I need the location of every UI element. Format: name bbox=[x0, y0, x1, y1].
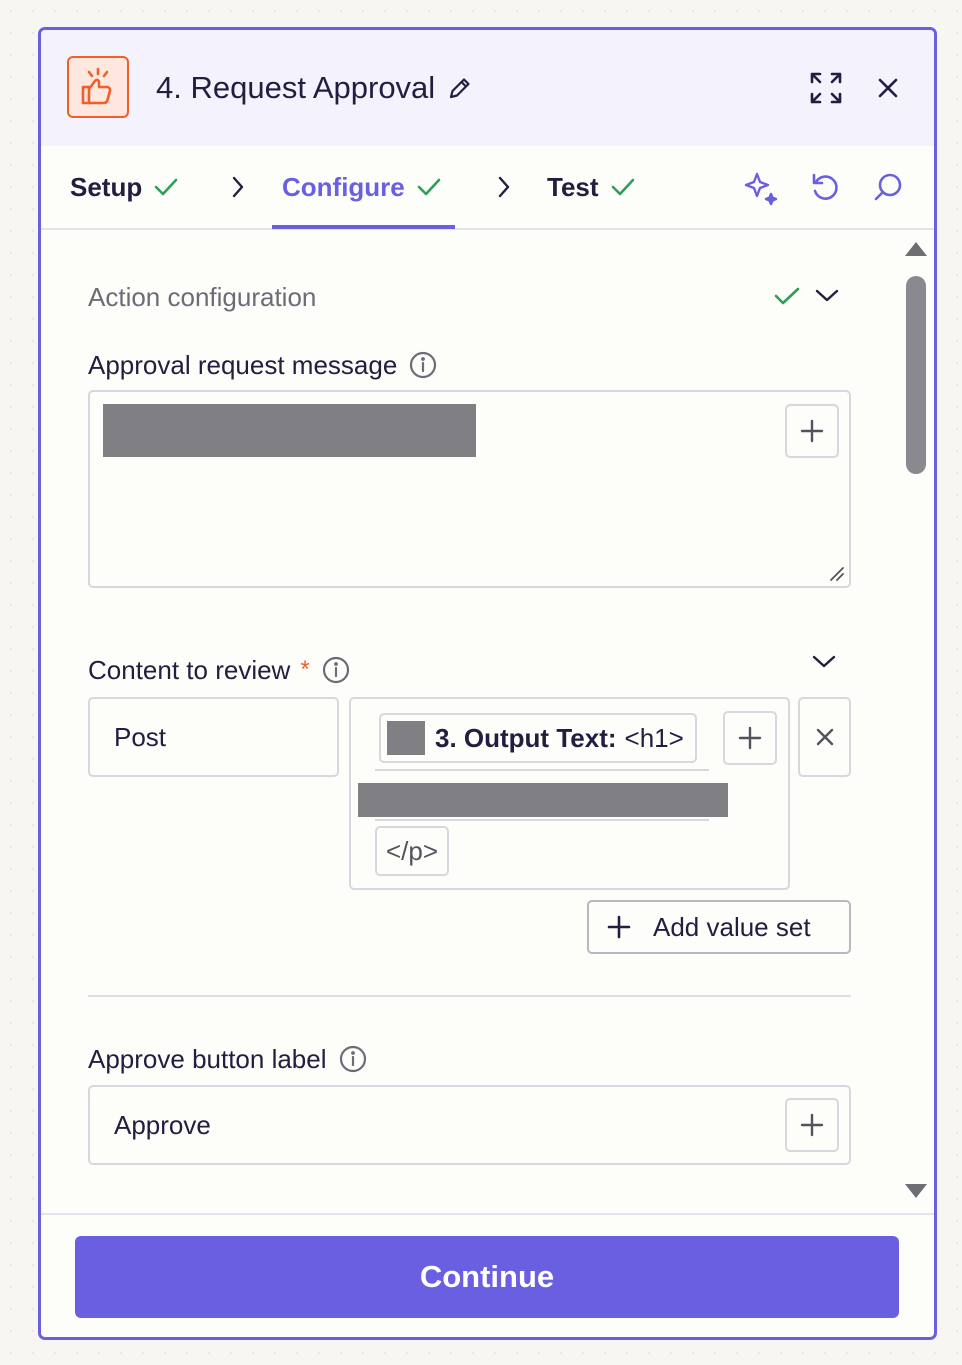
pill-tag: <h1> bbox=[624, 722, 684, 753]
plus-icon bbox=[738, 726, 762, 750]
pencil-icon[interactable] bbox=[447, 75, 473, 101]
section-status[interactable] bbox=[774, 286, 840, 306]
redacted-underline bbox=[375, 819, 709, 821]
chevron-down-icon[interactable] bbox=[814, 288, 840, 304]
search-icon[interactable] bbox=[870, 170, 906, 206]
approve-button-label-text: Approve button label bbox=[88, 1043, 327, 1074]
chevron-right-icon bbox=[493, 172, 515, 202]
pill-step-label: 3. Output Text: bbox=[435, 722, 617, 753]
add-value-set-label: Add value set bbox=[653, 911, 811, 942]
check-icon bbox=[611, 177, 635, 197]
refresh-icon[interactable] bbox=[807, 170, 843, 206]
content-key-input[interactable]: Post bbox=[88, 697, 339, 777]
add-value-set-button[interactable]: Add value set bbox=[587, 900, 851, 954]
insert-data-button[interactable] bbox=[785, 404, 839, 458]
resize-handle-icon[interactable] bbox=[829, 566, 845, 582]
panel-header: 4. Request Approval bbox=[41, 30, 934, 146]
step-title: 4. Request Approval bbox=[156, 70, 436, 105]
panel-footer: Continue bbox=[41, 1213, 934, 1337]
info-icon[interactable] bbox=[339, 1045, 367, 1073]
divider bbox=[88, 995, 851, 997]
close-icon[interactable] bbox=[870, 70, 906, 106]
approval-step-panel: 4. Request Approval Setup Configure Test… bbox=[38, 27, 937, 1340]
approval-message-label: Approval request message bbox=[88, 347, 437, 383]
tab-setup[interactable]: Setup bbox=[70, 146, 178, 228]
check-icon bbox=[417, 177, 441, 197]
tab-test-label: Test bbox=[547, 171, 599, 202]
approve-button-label-input[interactable]: Approve bbox=[88, 1085, 851, 1165]
ai-sparkle-icon[interactable] bbox=[743, 170, 779, 206]
step-tabs: Setup Configure Test bbox=[41, 146, 934, 230]
approval-message-label-text: Approval request message bbox=[88, 349, 398, 380]
approval-app-icon bbox=[67, 56, 129, 118]
insert-data-button[interactable] bbox=[723, 711, 777, 765]
tab-configure[interactable]: Configure bbox=[272, 146, 455, 229]
tab-configure-label: Configure bbox=[282, 171, 405, 202]
tab-setup-label: Setup bbox=[70, 171, 143, 202]
content-to-review-label-text: Content to review bbox=[88, 654, 291, 685]
remove-value-button[interactable] bbox=[798, 697, 851, 777]
section-title: Action configuration bbox=[88, 282, 317, 312]
scrollbar[interactable] bbox=[904, 230, 928, 1213]
step-app-icon bbox=[387, 721, 425, 755]
scroll-up-arrow[interactable] bbox=[905, 242, 927, 256]
redacted-content bbox=[103, 404, 476, 457]
check-icon bbox=[154, 177, 178, 197]
closing-tag-pill[interactable]: </p> bbox=[375, 826, 449, 876]
content-to-review-label: Content to review * bbox=[88, 652, 350, 688]
required-marker: * bbox=[300, 656, 310, 683]
configuration-form[interactable]: Action configuration Approval request me… bbox=[41, 230, 934, 1213]
approval-message-textarea[interactable] bbox=[88, 390, 851, 588]
scrollbar-thumb[interactable] bbox=[906, 276, 926, 474]
scroll-down-arrow[interactable] bbox=[905, 1184, 927, 1198]
continue-button[interactable]: Continue bbox=[75, 1236, 899, 1318]
chevron-down-icon[interactable] bbox=[811, 654, 837, 670]
expand-icon[interactable] bbox=[808, 70, 844, 106]
info-icon[interactable] bbox=[409, 351, 437, 379]
pill-underline bbox=[375, 769, 709, 771]
info-icon[interactable] bbox=[322, 656, 350, 684]
plus-icon bbox=[800, 419, 824, 443]
approve-button-label-value: Approve bbox=[114, 1109, 211, 1140]
plus-icon bbox=[607, 915, 631, 939]
check-icon bbox=[774, 286, 800, 306]
approve-button-label-label: Approve button label bbox=[88, 1041, 367, 1077]
insert-data-button[interactable] bbox=[785, 1098, 839, 1152]
data-pill-output-text[interactable]: 3. Output Text: <h1> bbox=[379, 713, 697, 763]
plus-icon bbox=[800, 1113, 824, 1137]
tab-test[interactable]: Test bbox=[547, 146, 635, 228]
chevron-right-icon bbox=[227, 172, 249, 202]
content-value-input[interactable]: 3. Output Text: <h1> </p> bbox=[349, 697, 790, 890]
close-icon bbox=[816, 728, 833, 746]
redacted-content bbox=[358, 783, 728, 817]
